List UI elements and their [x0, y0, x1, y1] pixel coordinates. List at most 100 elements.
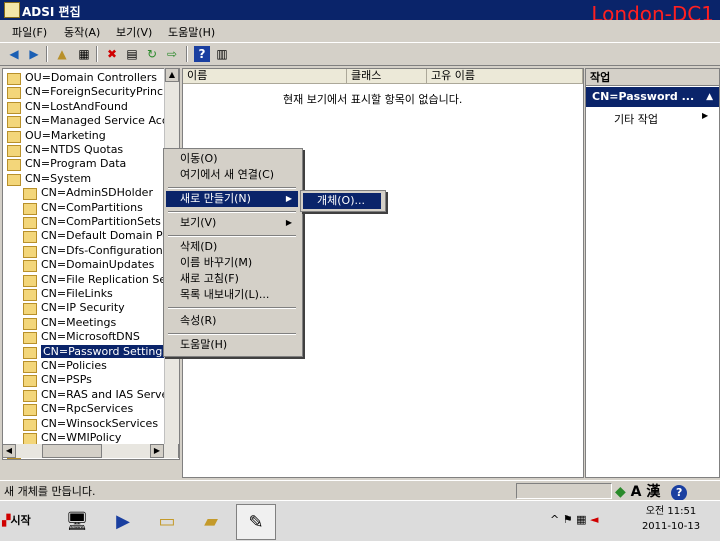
show-hide-action-pane-icon[interactable]: ▥ [214, 46, 230, 62]
start-button[interactable]: ▞시작 [2, 509, 44, 533]
folder-icon [7, 173, 21, 186]
column-header-class[interactable]: 클래스 [347, 69, 427, 84]
folder-icon [23, 217, 37, 229]
menu-item-view-label: 보기(V) [180, 216, 217, 229]
clock-time: 오전 11:51 [645, 506, 697, 517]
menu-item-object[interactable]: 개체(O)... [303, 193, 381, 209]
adsi-edit-taskbar-icon[interactable]: ✎ [236, 504, 276, 540]
delete-icon[interactable]: ✖ [104, 46, 120, 62]
tree-item-label: CN=WMIPolicy [41, 431, 122, 444]
collapse-icon[interactable]: ▲ [706, 87, 713, 107]
export-list-icon[interactable]: ⇨ [164, 46, 180, 62]
folder-icon [23, 231, 37, 244]
folder-icon [23, 361, 37, 373]
menu-help[interactable]: 도움말(H) [168, 24, 215, 40]
start-label: 시작 [10, 514, 31, 527]
hanja-button[interactable]: 漢 [646, 484, 660, 500]
folder-icon [7, 159, 21, 172]
input-mode[interactable]: A [631, 484, 642, 500]
tree-item-label: CN=NTDS Quotas [25, 143, 124, 156]
folder-icon [23, 274, 37, 287]
tree-item-label: OU=Marketing [25, 128, 106, 142]
folder-icon [7, 145, 21, 157]
tray-expand-icon[interactable]: ^ [550, 513, 559, 526]
folder-icon [7, 116, 21, 129]
title-bar: ADSI 편집 London-DC1 [0, 0, 720, 26]
show-hide-tree-icon[interactable]: ▦ [76, 46, 92, 62]
menu-item-refresh[interactable]: 새로 고침(F) [166, 271, 298, 287]
properties-icon[interactable]: ▤ [124, 46, 140, 62]
scroll-right-icon[interactable]: ▶ [150, 444, 164, 458]
folder-icon [23, 346, 37, 359]
help-icon[interactable]: ? [671, 485, 688, 501]
menu-item-delete[interactable]: 삭제(D) [166, 239, 298, 255]
folder-icon [23, 202, 37, 215]
menu-item-new[interactable]: 새로 만들기(N) ▶ [166, 191, 298, 207]
tree-item-label: CN=ComPartitions [41, 200, 143, 214]
menu-view[interactable]: 보기(V) [116, 24, 152, 40]
up-folder-icon[interactable]: ▲ [54, 46, 70, 62]
context-menu: 이동(O) 여기에서 새 연결(C) 새로 만들기(N) ▶ 보기(V) ▶ 삭… [163, 148, 303, 357]
network-icon[interactable]: ▦ [576, 513, 586, 526]
tree-item-label: CN=ComPartitionSets [41, 215, 161, 228]
ime-icon[interactable]: ◆ [615, 484, 626, 500]
new-submenu: 개체(O)... [300, 190, 386, 212]
folder-icon [23, 404, 37, 417]
tree-pane: OU=Domain Controllers CN=ForeignSecurityP… [2, 68, 180, 460]
help-icon[interactable]: ? [194, 46, 210, 62]
tree-item-label: CN=FileLinks [41, 287, 113, 300]
tree-item-label: CN=LostAndFound [25, 99, 128, 113]
actions-pane: 작업 CN=Password ... ▲ 기타 작업 ▶ [585, 68, 720, 478]
status-text: 새 개체를 만듭니다. [4, 485, 96, 498]
menu-item-move[interactable]: 이동(O) [166, 151, 298, 167]
clock-date: 2011-10-13 [641, 521, 701, 532]
folder-icon [23, 260, 37, 273]
menu-item-export-list[interactable]: 목록 내보내기(L)... [166, 287, 298, 303]
scroll-up-icon[interactable]: ▲ [165, 68, 179, 82]
ad-tools-icon[interactable]: ▰ [192, 504, 230, 538]
menu-item-properties[interactable]: 속성(R) [166, 313, 298, 329]
tree-item-label: CN=Password Settings [41, 344, 171, 358]
folder-icon [7, 73, 21, 85]
explorer-folder-icon[interactable]: ▭ [148, 504, 186, 538]
menu-item-help[interactable]: 도움말(H) [166, 337, 298, 353]
column-header-name[interactable]: 이름 [183, 69, 347, 84]
tree-item-label: CN=MicrosoftDNS [41, 330, 140, 344]
tree-item-label: CN=Default Domain Poli [41, 229, 176, 243]
more-actions-item[interactable]: 기타 작업 ▶ [614, 111, 708, 127]
forward-arrow-icon[interactable]: ▶ [26, 46, 42, 62]
submenu-arrow-icon: ▶ [702, 111, 709, 120]
menu-item-view[interactable]: 보기(V) ▶ [166, 215, 298, 231]
adsi-edit-app-icon [4, 2, 20, 18]
powershell-icon[interactable]: ▶ [104, 504, 142, 538]
back-arrow-icon[interactable]: ◀ [6, 46, 22, 62]
toolbar: ◀ ▶ ▲ ▦ ✖ ▤ ↻ ⇨ ? ▥ [0, 43, 720, 66]
folder-icon [23, 245, 37, 258]
scroll-thumb[interactable] [42, 444, 102, 458]
tree-horizontal-scrollbar[interactable]: ◀ ▶ [2, 444, 178, 458]
status-bar: 새 개체를 만듭니다. [0, 480, 720, 499]
folder-icon [23, 418, 37, 431]
tree-item-label: CN=Meetings [41, 315, 117, 329]
menu-item-new-connection[interactable]: 여기에서 새 연결(C) [166, 167, 298, 183]
menu-action[interactable]: 동작(A) [64, 24, 100, 40]
tree-item-label: CN=PSPs [41, 373, 92, 387]
menu-file[interactable]: 파일(F) [12, 24, 47, 40]
clock[interactable]: 오전 11:51 2011-10-13 [636, 504, 706, 534]
folder-icon [23, 289, 37, 301]
refresh-icon[interactable]: ↻ [144, 46, 160, 62]
volume-muted-icon[interactable]: ◄ [590, 513, 598, 526]
column-header-distinguished-name[interactable]: 고유 이름 [427, 69, 583, 84]
flag-icon[interactable]: ⚑ [563, 513, 573, 526]
actions-section-password-settings[interactable]: CN=Password ... ▲ [586, 87, 719, 107]
tree-item-label: CN=AdminSDHolder [41, 186, 153, 200]
scroll-left-icon[interactable]: ◀ [2, 444, 16, 458]
tree-item-label: CN=Dfs-Configuration [41, 243, 163, 257]
folder-icon [23, 303, 37, 316]
actions-section-label: CN=Password ... [592, 90, 695, 103]
server-manager-icon[interactable]: 🖥 [58, 504, 96, 538]
submenu-arrow-icon: ▶ [285, 194, 292, 203]
tree-item-label: CN=DomainUpdates [41, 258, 155, 272]
menu-item-rename[interactable]: 이름 바꾸기(M) [166, 255, 298, 271]
window-title: ADSI 편집 [22, 5, 81, 19]
